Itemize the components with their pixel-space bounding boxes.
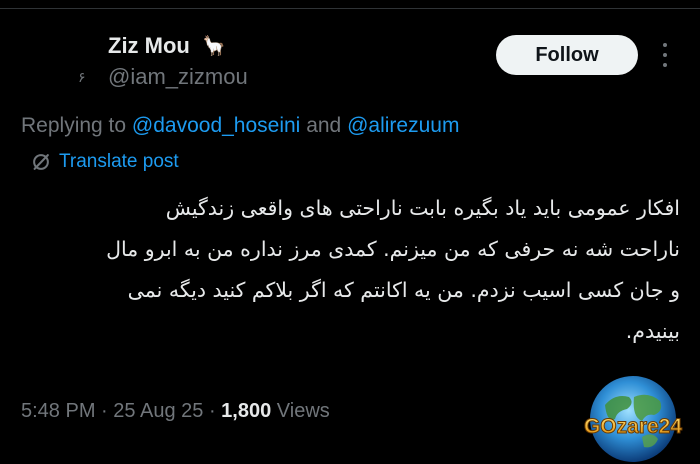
post-text-line: ناراحت شه نه حرفی که من میزنم. کمدی مرز … [106, 237, 680, 261]
meta-separator: · [101, 400, 108, 422]
more-options-icon[interactable] [655, 37, 675, 73]
follow-button[interactable]: Follow [496, 35, 638, 75]
watermark-text: GOzare24 [584, 415, 682, 438]
more-dot [663, 63, 667, 67]
replying-prefix: Replying to [21, 114, 127, 137]
more-dot [663, 43, 667, 47]
post-time[interactable]: 5:48 PM [21, 400, 95, 422]
display-name[interactable]: Ziz Mou [108, 33, 190, 59]
post-text: افکار عمومی باید یاد بگیره بابت ناراحتی … [20, 188, 680, 352]
replying-to-line: Replying to @davood_hoseini and @alirezu… [21, 114, 459, 138]
views-count: 1,800 [221, 400, 272, 422]
post-text-line: افکار عمومی باید یاد بگیره بابت ناراحتی … [165, 196, 680, 220]
translate-icon [33, 154, 49, 170]
post-meta: 5:48 PM · 25 Aug 25 · 1,800 Views [21, 400, 330, 423]
llama-emoji-icon: 🦙 [202, 35, 226, 57]
avatar-mark: ۶ [78, 70, 86, 86]
reply-mention-davood[interactable]: @davood_hoseini [132, 114, 300, 137]
post-date[interactable]: 25 Aug 25 [113, 400, 203, 422]
post-text-line: بینیدم. [625, 319, 680, 343]
reply-mention-alireza[interactable]: @alirezuum [347, 114, 459, 137]
translate-post-label: Translate post [59, 151, 179, 172]
reply-and: and [306, 114, 342, 137]
views-label: Views [276, 400, 330, 422]
translate-post-link[interactable]: Translate post [30, 151, 179, 173]
more-dot [663, 53, 667, 57]
gozare24-logo-icon: GOzare24 [583, 376, 683, 462]
post-text-line: و جان کسی اسیب نزدم. من یه اکانتم که اگر… [127, 278, 680, 302]
user-handle[interactable]: @iam_zizmou [108, 64, 248, 90]
meta-separator: · [208, 400, 216, 422]
top-divider [0, 0, 700, 9]
